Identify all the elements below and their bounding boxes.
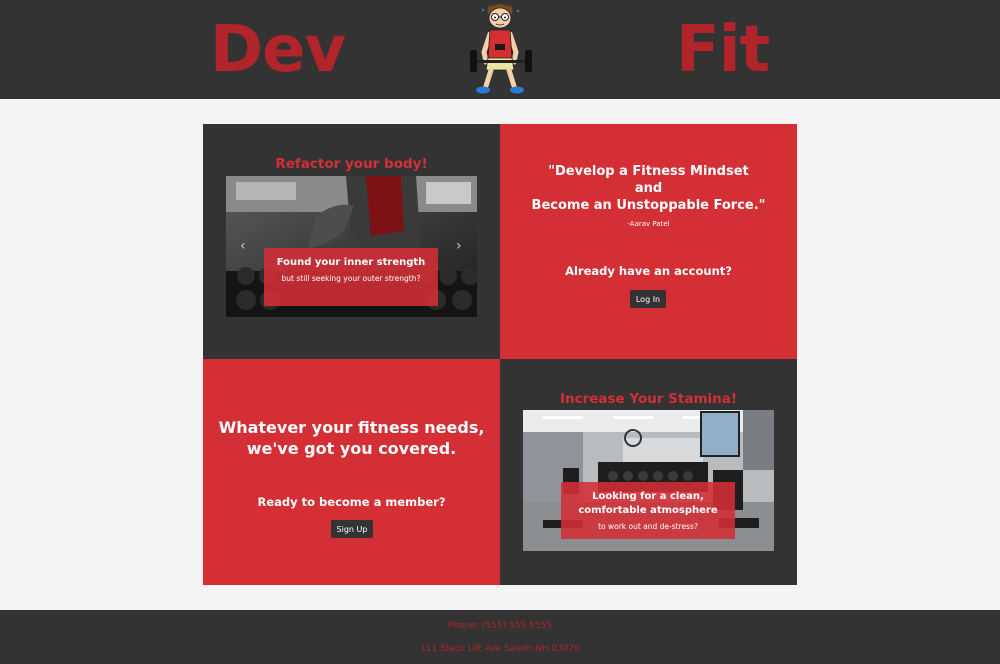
signup-prompt: Ready to become a member? — [257, 495, 446, 509]
footer-phone: Phone: (555) 555 5555 — [448, 621, 552, 631]
svg-text:‹: ‹ — [240, 238, 246, 254]
stamina-card: Increase Your Stamina! Looking for a cle… — [500, 359, 797, 585]
quote-card: "Develop a Fitness Mindset and Become an… — [500, 124, 797, 359]
login-button[interactable]: Log In — [630, 290, 666, 308]
quote-line-3: Become an Unstoppable Force." — [531, 198, 766, 213]
refactor-title: Refactor your body! — [275, 156, 428, 172]
membership-tagline: Whatever your fitness needs, we've got y… — [203, 417, 500, 459]
refactor-caption-sub: but still seeking your outer strength? — [281, 274, 421, 283]
refactor-card: Refactor your body! ‹ › Found your inner… — [203, 124, 500, 359]
quote-author: -Aarav Patel — [627, 220, 670, 228]
svg-text:›: › — [456, 238, 462, 254]
weightlifter-mascot-icon — [466, 2, 536, 98]
site-header: Dev Fit — [0, 0, 1000, 99]
quote-line-1: "Develop a Fitness Mindset — [548, 164, 749, 179]
tagline-line-2: we've got you covered. — [246, 439, 457, 458]
refactor-caption: Found your inner strength but still seek… — [264, 248, 438, 306]
quote-line-2: and — [634, 181, 663, 196]
feature-grid: Refactor your body! ‹ › Found your inner… — [203, 124, 797, 585]
stamina-caption-sub: to work out and de-stress? — [598, 522, 698, 531]
brand-word-dev: Dev — [210, 13, 346, 87]
footer-address: 111 Stack Lift Ave Salem NH 03070 — [420, 644, 580, 654]
signup-button[interactable]: Sign Up — [331, 520, 373, 538]
brand-word-fit: Fit — [676, 13, 770, 87]
refactor-caption-heading: Found your inner strength — [276, 257, 426, 268]
site-footer: Phone: (555) 555 5555 111 Stack Lift Ave… — [0, 610, 1000, 664]
stamina-caption-heading: Looking for a clean, comfortable atmosph… — [578, 491, 718, 516]
login-prompt: Already have an account? — [565, 264, 732, 278]
motivational-quote: "Develop a Fitness Mindset and Become an… — [500, 163, 797, 214]
membership-card: Whatever your fitness needs, we've got y… — [203, 359, 500, 585]
stamina-title: Increase Your Stamina! — [559, 391, 738, 407]
tagline-line-1: Whatever your fitness needs, — [218, 418, 485, 437]
stamina-caption: Looking for a clean, comfortable atmosph… — [561, 482, 735, 539]
